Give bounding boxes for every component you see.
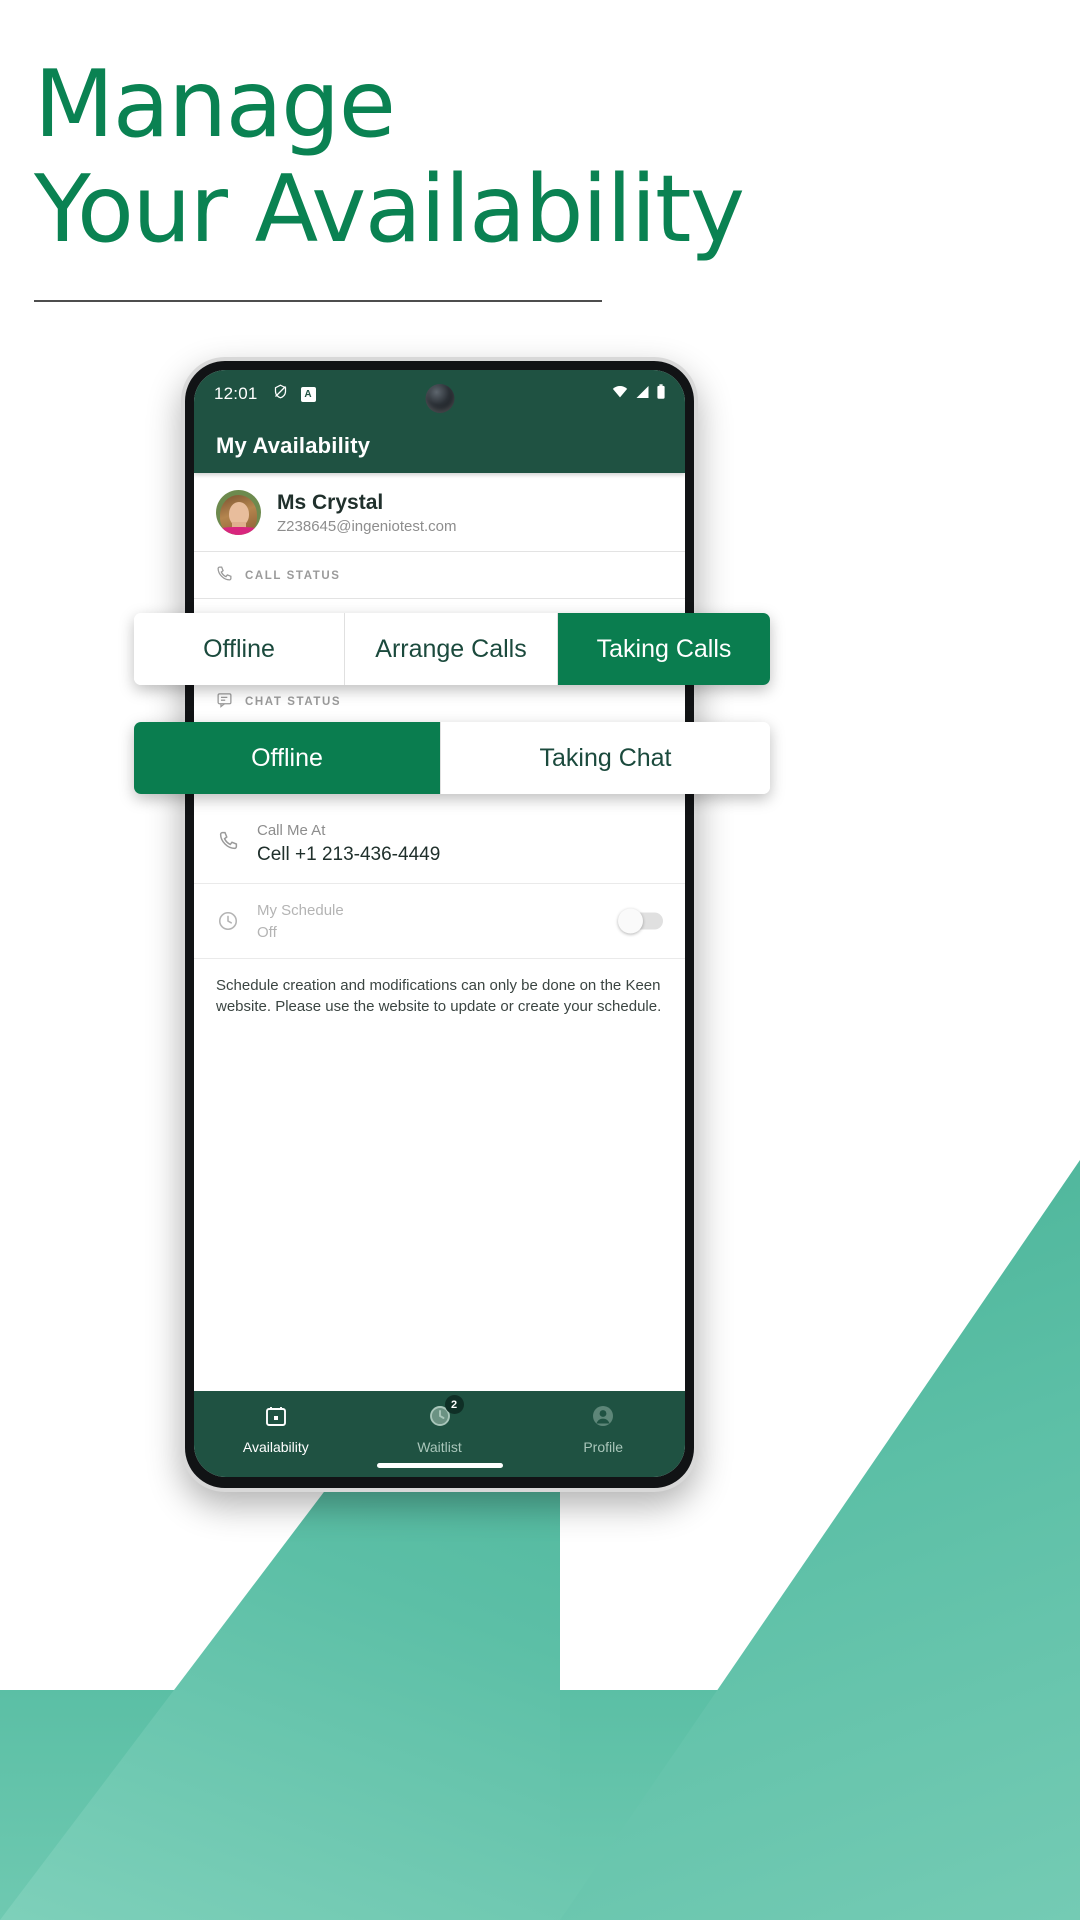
- nav-item-waitlist[interactable]: 2 Waitlist: [358, 1395, 522, 1455]
- promo-headline: Manage Your Availability: [34, 50, 745, 303]
- bottom-navigation: Availability 2 Waitlist Profile: [194, 1391, 685, 1477]
- status-bar-left-icons: A: [273, 383, 316, 405]
- call-status-segmented-control[interactable]: Offline Arrange Calls Taking Calls: [134, 613, 770, 685]
- cellular-signal-icon: [635, 385, 650, 404]
- clock-icon: 2: [428, 1395, 464, 1433]
- chat-status-option-taking-chat[interactable]: Taking Chat: [441, 722, 770, 794]
- my-schedule-toggle[interactable]: [618, 908, 663, 934]
- headline-underline: [34, 300, 602, 303]
- avatar: [216, 490, 261, 536]
- app-bar: My Availability: [194, 418, 685, 473]
- camera-punch-hole: [425, 384, 454, 413]
- my-schedule-row[interactable]: My Schedule Off: [194, 884, 685, 959]
- call-status-label: CALL STATUS: [245, 570, 341, 583]
- person-icon: [591, 1404, 615, 1433]
- headline-line-1: Manage: [34, 50, 396, 158]
- call-status-option-arrange-calls[interactable]: Arrange Calls: [345, 613, 558, 685]
- profile-text: Ms Crystal Z238645@ingeniotest.com: [277, 490, 457, 535]
- battery-icon: [657, 384, 665, 404]
- chat-status-segmented-control[interactable]: Offline Taking Chat: [134, 722, 770, 794]
- chat-bubble-icon: [216, 691, 233, 713]
- call-status-section-label: CALL STATUS: [194, 552, 685, 598]
- profile-email: Z238645@ingeniotest.com: [277, 518, 457, 536]
- chat-status-label: CHAT STATUS: [245, 696, 342, 709]
- phone-mockup: 12:01 A My Availability Ms Crystal Z2386…: [181, 357, 698, 1492]
- chat-status-section-label: CHAT STATUS: [194, 678, 685, 724]
- wifi-icon: [612, 385, 628, 403]
- call-me-at-text: Call Me At Cell +1 213-436-4449: [257, 821, 440, 868]
- chat-status-option-offline[interactable]: Offline: [134, 722, 441, 794]
- phone-bezel: 12:01 A My Availability Ms Crystal Z2386…: [185, 361, 694, 1488]
- page-title: My Availability: [216, 432, 371, 458]
- status-bar-clock: 12:01: [214, 384, 258, 403]
- status-bar: 12:01 A: [194, 370, 685, 418]
- my-schedule-text: My Schedule Off: [257, 901, 344, 943]
- clock-icon: [216, 901, 240, 932]
- profile-row[interactable]: Ms Crystal Z238645@ingeniotest.com: [194, 473, 685, 553]
- toggle-knob: [618, 908, 643, 934]
- my-schedule-label: My Schedule: [257, 902, 344, 920]
- nav-label-availability: Availability: [242, 1439, 309, 1455]
- call-status-option-offline[interactable]: Offline: [134, 613, 345, 685]
- schedule-note: Schedule creation and modifications can …: [216, 976, 662, 1016]
- shield-icon: [273, 383, 288, 405]
- call-me-at-label: Call Me At: [257, 822, 326, 840]
- call-me-at-value: Cell +1 213-436-4449: [257, 844, 441, 866]
- a-badge-icon: A: [300, 386, 316, 402]
- waitlist-badge: 2: [444, 1395, 464, 1414]
- phone-icon: [216, 565, 233, 587]
- nav-item-availability[interactable]: Availability: [194, 1404, 358, 1455]
- nav-label-waitlist: Waitlist: [417, 1439, 462, 1455]
- headline-line-2: Your Availability: [34, 155, 745, 264]
- my-schedule-value: Off: [257, 924, 277, 942]
- nav-label-profile: Profile: [583, 1439, 624, 1455]
- nav-item-profile[interactable]: Profile: [521, 1404, 685, 1455]
- profile-name: Ms Crystal: [277, 491, 384, 514]
- call-status-option-taking-calls[interactable]: Taking Calls: [558, 613, 770, 685]
- phone-screen: 12:01 A My Availability Ms Crystal Z2386…: [194, 370, 685, 1477]
- status-bar-right-icons: [612, 384, 665, 404]
- calendar-icon: [264, 1404, 288, 1433]
- call-me-at-row[interactable]: Call Me At Cell +1 213-436-4449: [194, 804, 685, 885]
- gesture-bar: [376, 1463, 503, 1468]
- phone-icon: [216, 821, 240, 851]
